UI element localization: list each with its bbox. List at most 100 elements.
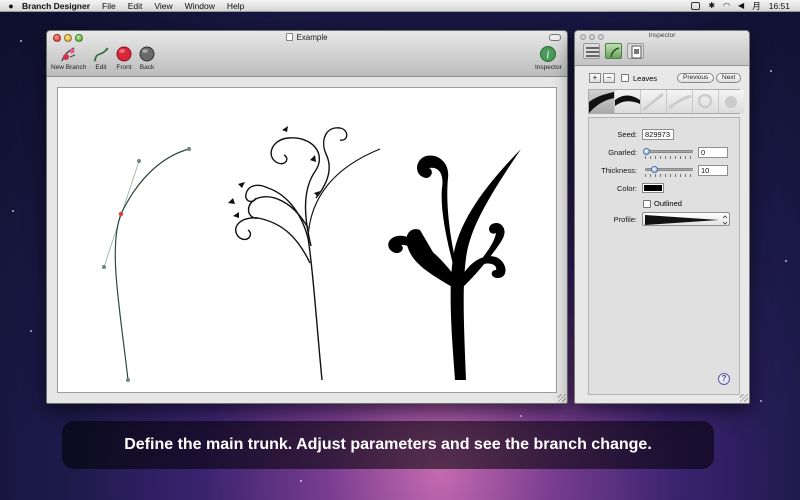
- bluetooth-icon[interactable]: ✱: [708, 1, 715, 10]
- info-icon: i: [540, 46, 557, 62]
- trunk-control-point[interactable]: [126, 378, 130, 382]
- back-label: Back: [139, 64, 155, 71]
- preset-item[interactable]: [719, 90, 744, 113]
- editable-trunk[interactable]: [102, 147, 191, 382]
- star: [520, 415, 522, 417]
- document-title: Example: [47, 33, 567, 42]
- menu-edit[interactable]: Edit: [128, 1, 143, 11]
- color-well[interactable]: [642, 183, 664, 193]
- inspector-tabs: [583, 43, 644, 59]
- star: [20, 40, 22, 42]
- thickness-slider-knob[interactable]: [650, 166, 658, 173]
- menu-clock[interactable]: 16:51: [769, 1, 790, 11]
- document-icon: [286, 33, 294, 41]
- menu-help[interactable]: Help: [227, 1, 244, 11]
- ime-label[interactable]: 月: [752, 0, 761, 12]
- menu-view[interactable]: View: [154, 1, 172, 11]
- gnarled-slider[interactable]: [645, 150, 693, 153]
- seed-label: Seed:: [617, 130, 637, 139]
- add-branch-button[interactable]: +: [589, 73, 601, 83]
- document-titlebar: Example New Branch Edit Front Back i Ins…: [47, 31, 567, 77]
- preset-item[interactable]: [589, 90, 615, 113]
- star: [760, 400, 762, 402]
- inspector-title: Inspector: [648, 32, 676, 39]
- previous-button[interactable]: Previous: [677, 73, 715, 83]
- star: [12, 210, 14, 212]
- thickness-ticks: [645, 174, 693, 177]
- branch-controls-row: + − Leaves: [589, 73, 657, 83]
- tab-branch-icon[interactable]: [605, 43, 622, 59]
- layers-icon: [586, 47, 599, 57]
- inspector-titlebar: Inspector: [575, 31, 749, 66]
- preset-item[interactable]: [693, 90, 719, 113]
- new-branch-label: New Branch: [51, 64, 87, 71]
- leaves-label: Leaves: [633, 73, 658, 83]
- document-title-text: Example: [296, 33, 328, 42]
- preset-item[interactable]: [667, 90, 693, 113]
- seed-field[interactable]: 829973: [642, 129, 674, 140]
- star: [300, 480, 302, 482]
- star: [770, 70, 772, 72]
- menu-app-name[interactable]: Branch Designer: [22, 1, 90, 11]
- trunk-control-point[interactable]: [137, 159, 141, 163]
- star: [30, 330, 32, 332]
- curly-branch: [235, 127, 381, 381]
- menu-bar: ● Branch Designer File Edit View Window …: [0, 0, 800, 12]
- inspector-resize-grip[interactable]: [740, 394, 748, 402]
- branch-artwork: [102, 126, 521, 382]
- gnarled-label: Gnarled:: [608, 148, 637, 157]
- color-label: Color:: [616, 184, 637, 193]
- preset-item[interactable]: [641, 90, 667, 113]
- branch-icon: [610, 47, 620, 58]
- wifi-icon[interactable]: ◠: [723, 1, 730, 10]
- document-icon: [631, 45, 642, 59]
- gnarled-slider-knob[interactable]: [643, 148, 650, 155]
- preset-item[interactable]: [615, 90, 641, 113]
- thick-branch: [388, 149, 521, 380]
- help-button[interactable]: ?: [718, 373, 730, 385]
- new-branch-button[interactable]: New Branch: [51, 45, 86, 71]
- preset-strip: [588, 89, 744, 114]
- volume-icon[interactable]: ◀: [738, 1, 744, 10]
- profile-popup[interactable]: [642, 212, 730, 226]
- caption-banner: Define the main trunk. Adjust parameters…: [62, 421, 714, 469]
- drawing-canvas[interactable]: [57, 87, 557, 393]
- inspector-panel: Inspector + − Leaves Previous Next Seed:…: [574, 30, 750, 404]
- front-button[interactable]: Front: [115, 45, 133, 71]
- menu-extras: ✱ ◠ ◀ 月 16:51: [691, 0, 800, 12]
- resize-grip[interactable]: [558, 394, 566, 402]
- thickness-field[interactable]: 10: [698, 165, 728, 176]
- back-button[interactable]: Back: [138, 45, 156, 71]
- outlined-checkbox[interactable]: [643, 200, 651, 208]
- profile-label: Profile:: [613, 215, 637, 224]
- apple-icon[interactable]: ●: [0, 1, 22, 11]
- inspector-properties: Seed: 829973 Gnarled: 0 Thickness: 10 Co…: [588, 117, 740, 395]
- inspector-label: Inspector: [535, 64, 562, 71]
- toolbar-toggle-button[interactable]: [549, 34, 561, 41]
- gnarled-ticks: [645, 156, 693, 159]
- back-icon: [139, 46, 155, 62]
- document-window: Example New Branch Edit Front Back i Ins…: [46, 30, 568, 404]
- front-label: Front: [116, 64, 132, 71]
- remove-branch-button[interactable]: −: [603, 73, 615, 83]
- edit-curve-icon: [93, 47, 109, 62]
- menu-file[interactable]: File: [102, 1, 116, 11]
- front-icon: [116, 46, 132, 62]
- profile-taper-icon: [645, 215, 728, 225]
- edit-button[interactable]: Edit: [92, 45, 110, 71]
- new-branch-icon: [60, 47, 75, 62]
- gnarled-field[interactable]: 0: [698, 147, 728, 158]
- trunk-control-point[interactable]: [102, 265, 106, 269]
- thickness-label: Thickness:: [601, 166, 637, 175]
- star: [785, 260, 787, 262]
- menu-window[interactable]: Window: [185, 1, 215, 11]
- inspector-button[interactable]: i Inspector: [535, 45, 562, 71]
- trunk-control-point[interactable]: [187, 147, 191, 151]
- tab-document-icon[interactable]: [627, 43, 644, 59]
- timemachine-icon[interactable]: [691, 1, 701, 10]
- next-button[interactable]: Next: [716, 73, 742, 83]
- svg-text:i: i: [547, 50, 550, 61]
- tab-layers-icon[interactable]: [583, 43, 600, 59]
- trunk-selected-point[interactable]: [118, 211, 124, 217]
- leaves-checkbox[interactable]: [621, 74, 629, 82]
